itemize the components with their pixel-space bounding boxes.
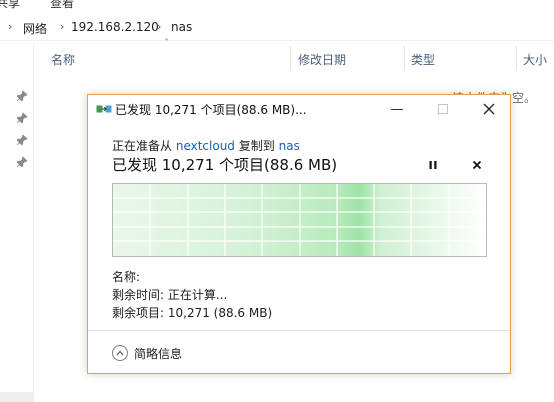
- copy-middle: 复制到: [238, 139, 275, 153]
- dialog-divider: [88, 330, 510, 331]
- column-header-modified[interactable]: 修改日期: [298, 51, 346, 68]
- details-toggle[interactable]: 简略信息: [112, 344, 182, 362]
- current-file-label: 名称:: [112, 270, 141, 284]
- ribbon-tab-share[interactable]: 共享: [0, 0, 20, 11]
- cancel-icon[interactable]: [468, 156, 486, 174]
- copy-icon: [96, 103, 112, 115]
- source-link[interactable]: nextcloud: [176, 139, 235, 153]
- items-remaining: 剩余项目: 10,271 (88.6 MB): [112, 306, 273, 320]
- maximize-icon[interactable]: [420, 95, 466, 123]
- chevron-right-icon[interactable]: ›: [157, 20, 161, 33]
- breadcrumb-folder[interactable]: nas: [171, 20, 192, 34]
- minimize-icon[interactable]: —: [374, 95, 420, 123]
- chevron-right-icon[interactable]: ›: [60, 20, 64, 33]
- column-divider[interactable]: [404, 46, 405, 70]
- column-header-type[interactable]: 类型: [411, 51, 435, 68]
- breadcrumb-network[interactable]: 网络: [23, 20, 47, 37]
- pin-icon[interactable]: [16, 156, 28, 168]
- time-remaining: 剩余时间: 正在计算...: [112, 288, 228, 302]
- address-bar[interactable]: › 网络 › 192.168.2.120 › nas: [0, 15, 554, 41]
- pin-icon[interactable]: [16, 90, 28, 102]
- details-toggle-label[interactable]: 简略信息: [134, 345, 182, 362]
- column-header-name[interactable]: 名称: [51, 51, 75, 68]
- copy-description: 正在准备从 nextcloud 复制到 nas: [112, 137, 300, 154]
- column-divider[interactable]: [290, 46, 291, 70]
- pin-icon[interactable]: [16, 134, 28, 146]
- progress-status: 已发现 10,271 个项目(88.6 MB): [112, 156, 338, 174]
- sort-ascending-icon: ˄: [164, 38, 169, 49]
- chevron-up-icon[interactable]: [112, 345, 128, 361]
- column-divider[interactable]: [516, 46, 517, 70]
- destination-link[interactable]: nas: [279, 139, 300, 153]
- dialog-title: 已发现 10,271 个项目(88.6 MB)...: [115, 103, 307, 117]
- pin-icon[interactable]: [16, 112, 28, 124]
- status-strip: [0, 392, 34, 402]
- pause-icon[interactable]: [424, 156, 442, 174]
- copy-prefix: 正在准备从: [112, 139, 173, 153]
- transfer-speed-graph: [112, 183, 487, 257]
- ribbon-tab-view[interactable]: 查看: [50, 0, 74, 11]
- copy-progress-dialog: 已发现 10,271 个项目(88.6 MB)... — 正在准备从 nextc…: [87, 94, 511, 374]
- breadcrumb-host[interactable]: 192.168.2.120: [71, 20, 159, 34]
- column-header-size[interactable]: 大小: [523, 51, 547, 68]
- close-icon[interactable]: [466, 95, 512, 123]
- chevron-right-icon[interactable]: ›: [8, 20, 12, 33]
